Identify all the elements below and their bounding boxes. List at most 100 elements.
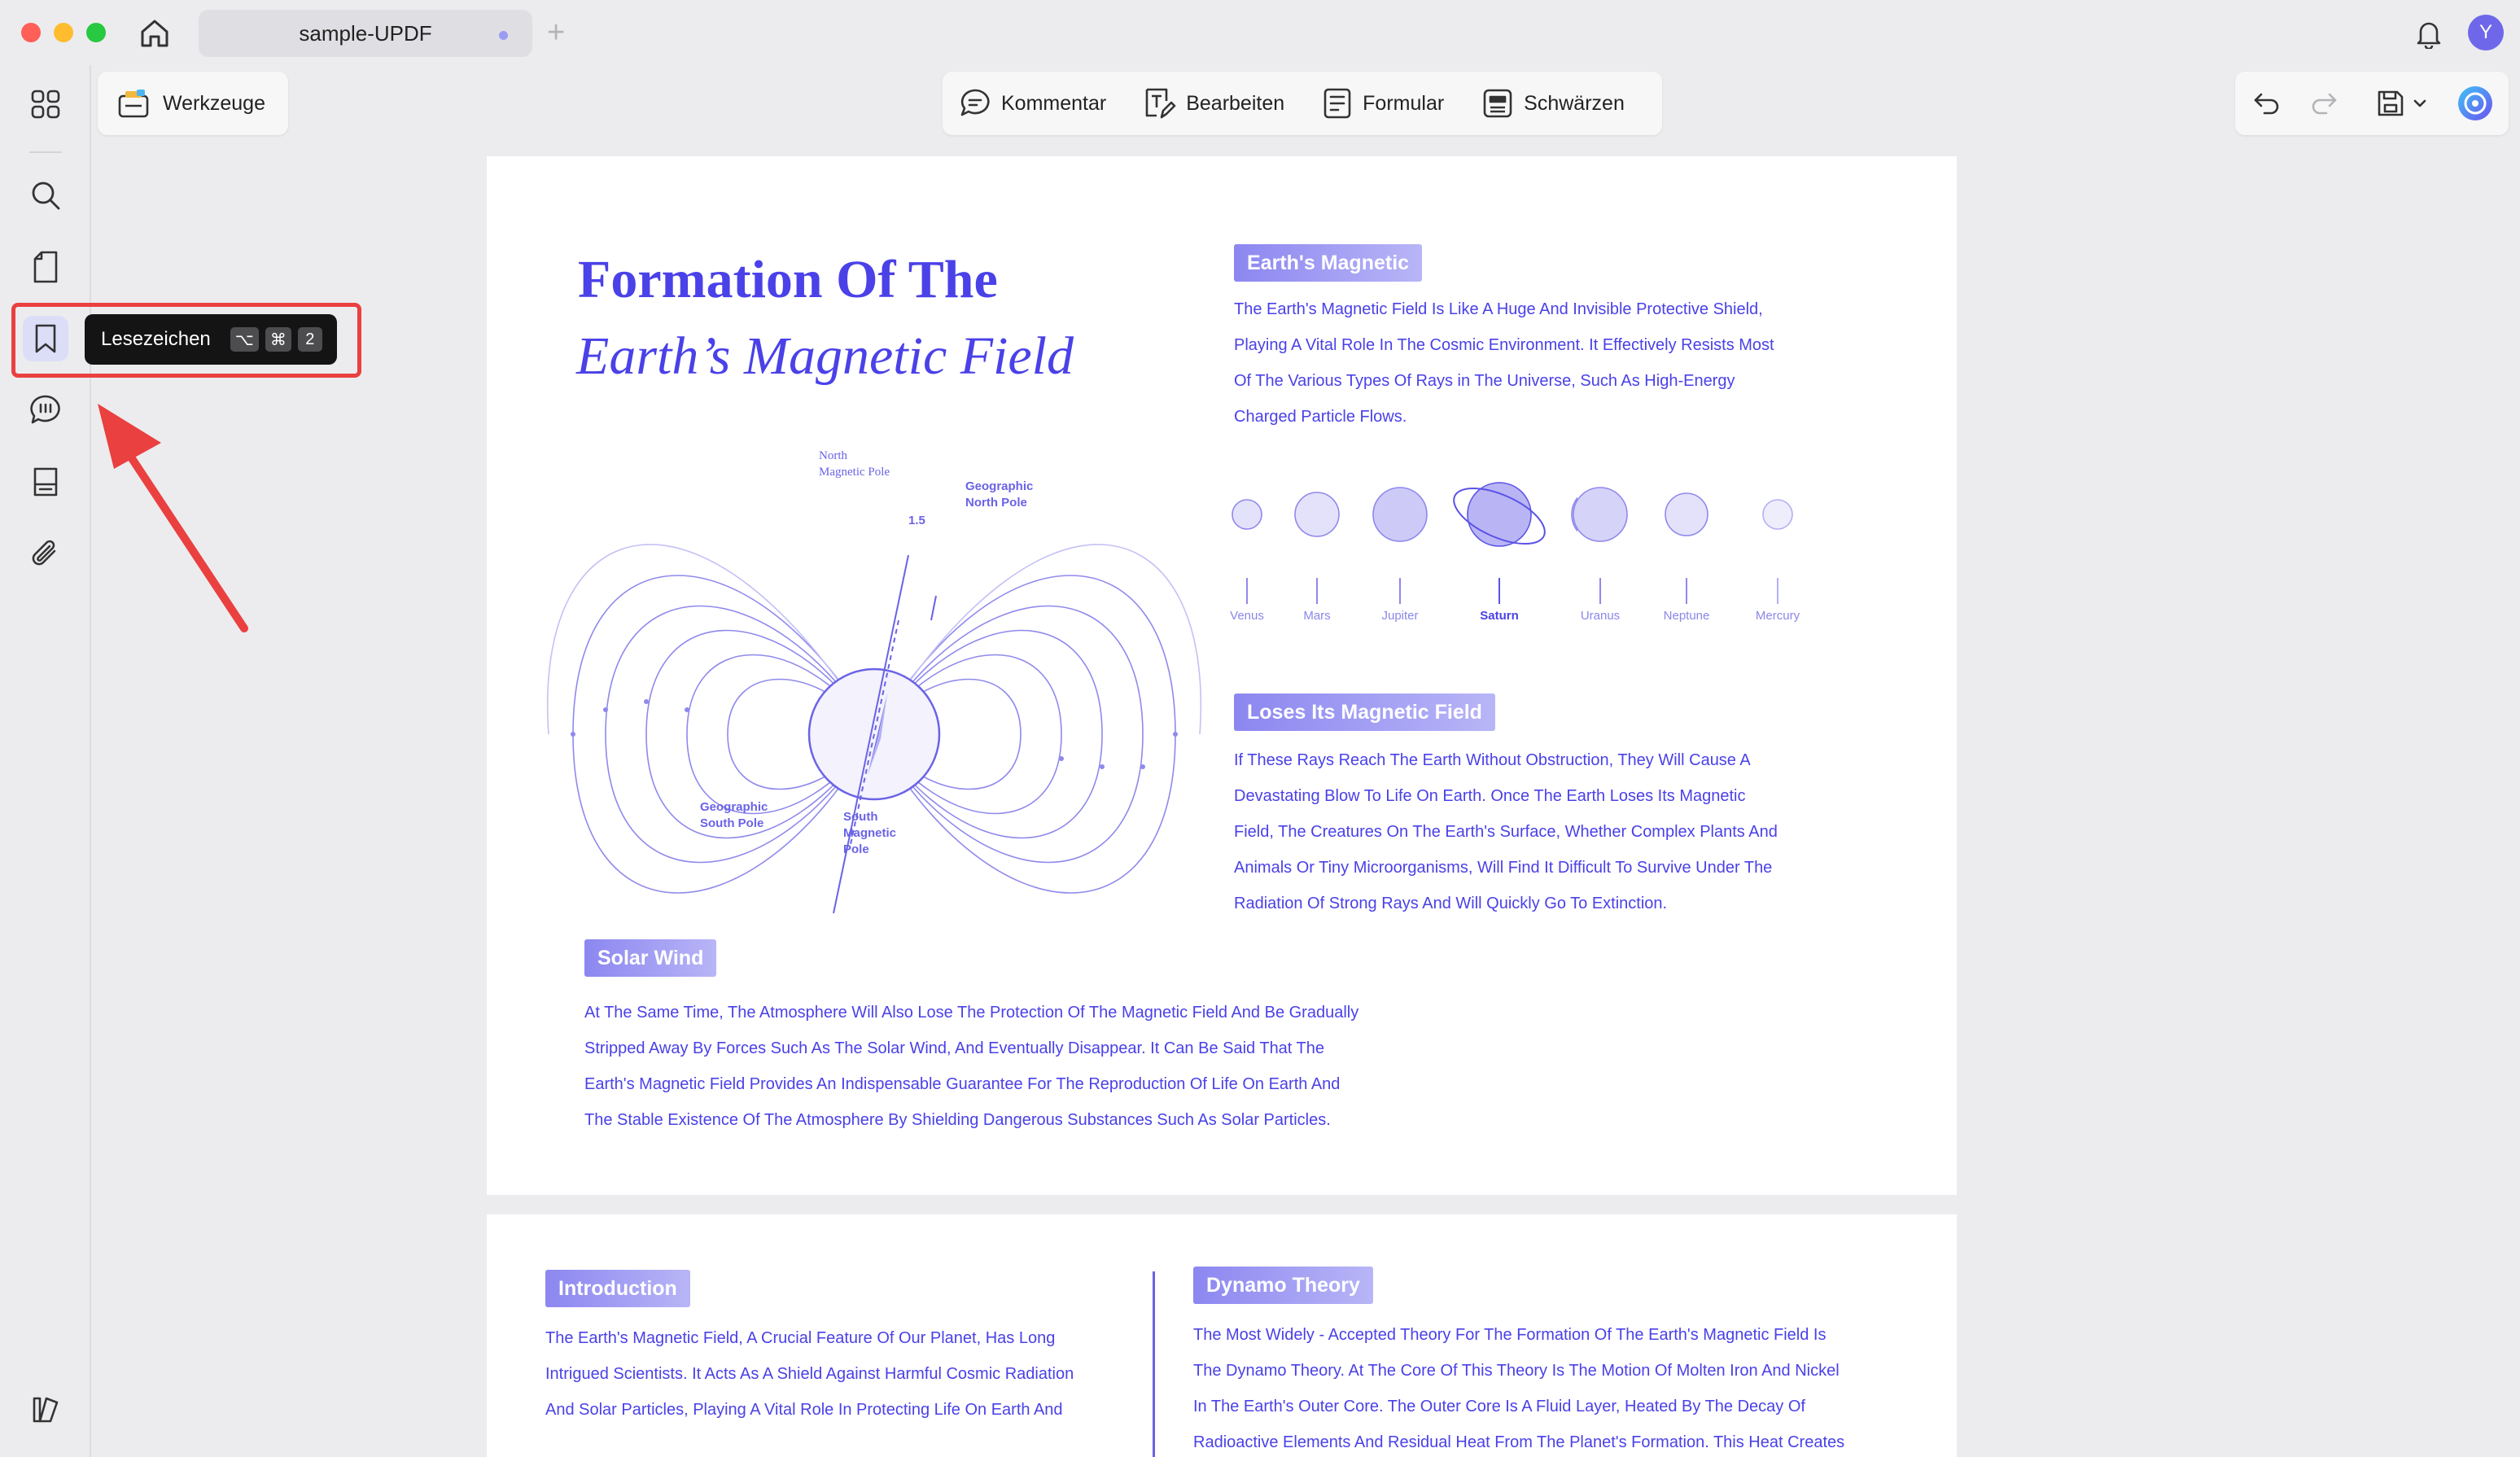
undo-icon: [2254, 93, 2279, 115]
sidebar-item-search[interactable]: [23, 173, 68, 218]
pole-label: Pole: [843, 842, 869, 856]
document-tab[interactable]: sample-UPDF: [199, 10, 532, 57]
form-mode-button[interactable]: Formular: [1322, 86, 1444, 120]
form-mode-label: Formular: [1363, 91, 1445, 115]
text-line: And Solar Particles, Playing A Vital Rol…: [545, 1401, 1063, 1419]
text-line: Devastating Blow To Life On Earth. Once …: [1234, 787, 1746, 805]
minimize-window-button[interactable]: [54, 23, 73, 42]
planet-label-mercury: Mercury: [1755, 609, 1800, 623]
undo-button[interactable]: [2250, 86, 2284, 120]
diagram-label-geographic-north: Geographic North Pole: [965, 479, 1033, 511]
zoom-window-button[interactable]: [86, 23, 106, 42]
text-line: Playing A Vital Role In The Cosmic Envir…: [1234, 336, 1774, 354]
document-page-1: Formation Of The Earth’s Magnetic Field: [487, 156, 1957, 1195]
planet-label-jupiter: Jupiter: [1381, 609, 1419, 623]
diagram-label-south-magnetic-pole: South Magnetic Pole: [843, 809, 896, 858]
planets-illustration: [1232, 482, 1577, 604]
document-page-2: Introduction The Earth's Magnetic Field,…: [487, 1214, 1957, 1457]
south-label: South: [843, 810, 878, 824]
tools-button[interactable]: Werkzeuge: [98, 72, 288, 135]
form-icon: [1323, 88, 1351, 119]
magnetic-pole-label: Magnetic Pole: [819, 466, 890, 479]
text-line: Charged Particle Flows.: [1234, 408, 1407, 426]
text-line: Radiation Of Strong Rays And Will Quickl…: [1234, 895, 1668, 912]
sidebar-toggle-button[interactable]: [23, 1387, 68, 1433]
text-line: The Earth's Magnetic Field, A Crucial Fe…: [545, 1329, 1056, 1347]
sidebar-divider: [29, 151, 62, 153]
sidebar-item-attachments[interactable]: [23, 531, 68, 576]
text-line: In The Earth's Outer Core. The Outer Cor…: [1193, 1398, 1805, 1415]
home-icon: [141, 20, 168, 47]
planets-illustration-right: [1573, 487, 1793, 604]
sidebar-item-pages[interactable]: [23, 244, 68, 290]
text-line: At The Same Time, The Atmosphere Will Al…: [584, 1004, 1359, 1022]
section-heading-dynamo-theory: Dynamo Theory: [1193, 1267, 1373, 1304]
sidebar-item-comments[interactable]: [23, 387, 68, 433]
planet-label-uranus: Uranus: [1580, 609, 1621, 623]
tab-title: sample-UPDF: [299, 20, 432, 46]
document-title-line1: Formation Of The: [578, 250, 998, 309]
new-tab-button[interactable]: +: [547, 13, 565, 52]
edit-mode-label: Bearbeiten: [1186, 91, 1285, 115]
home-button[interactable]: [135, 15, 174, 52]
text-line: The Most Widely - Accepted Theory For Th…: [1193, 1326, 1827, 1344]
mode-toolbar: Kommentar Bearbeiten Formular Schwärzen: [943, 72, 1662, 135]
text-line: The Earth's Magnetic Field Is Like A Hug…: [1234, 300, 1763, 318]
user-avatar[interactable]: Y: [2468, 15, 2504, 50]
redo-icon: [2312, 93, 2337, 115]
paperclip-icon: [32, 540, 56, 566]
comment-icon: [30, 395, 60, 424]
text-line: Animals Or Tiny Microorganisms, Will Fin…: [1234, 859, 1773, 877]
introduction-text: The Earth's Magnetic Field, A Crucial Fe…: [545, 1320, 1074, 1428]
dynamo-theory-text: The Most Widely - Accepted Theory For Th…: [1193, 1317, 1844, 1457]
redo-button[interactable]: [2307, 86, 2341, 120]
text-line: If These Rays Reach The Earth Without Ob…: [1234, 751, 1751, 769]
planet-label-neptune: Neptune: [1663, 609, 1710, 623]
text-line: Of The Various Types Of Rays in The Univ…: [1234, 372, 1735, 390]
annotation-arrow-icon: [98, 404, 248, 632]
save-options-dropdown[interactable]: [2409, 86, 2430, 120]
planet-label-saturn: Saturn: [1480, 609, 1519, 623]
sidebar-item-stamps[interactable]: [23, 459, 68, 505]
planet-label-venus: Venus: [1230, 609, 1264, 623]
comment-mode-label: Kommentar: [1001, 91, 1107, 115]
planet-label-mars: Mars: [1303, 609, 1331, 623]
ai-assistant-icon: [2458, 86, 2492, 120]
loses-magnetic-field-text: If These Rays Reach The Earth Without Ob…: [1234, 742, 1778, 921]
redact-mode-button[interactable]: Schwärzen: [1481, 87, 1625, 120]
action-toolbar: [2235, 72, 2509, 135]
section-heading-solar-wind: Solar Wind: [584, 939, 717, 977]
text-line: Field, The Creatures On The Earth's Surf…: [1234, 823, 1778, 841]
diagram-label-angle: 1.5: [908, 514, 925, 527]
edit-mode-button[interactable]: Bearbeiten: [1144, 86, 1284, 120]
shortcut-option-key: ⌥: [230, 327, 259, 352]
earths-magnetic-text: The Earth's Magnetic Field Is Like A Hug…: [1234, 291, 1774, 435]
column-divider: [1153, 1271, 1155, 1457]
text-line: Stripped Away By Forces Such As The Sola…: [584, 1039, 1325, 1057]
save-button[interactable]: [2373, 86, 2408, 120]
geographic-label: Geographic: [700, 800, 768, 814]
text-line: The Stable Existence Of The Atmosphere B…: [584, 1111, 1331, 1129]
close-window-button[interactable]: [21, 23, 41, 42]
sidebar-panel-icon: [33, 1397, 59, 1423]
text-line: Radioactive Elements And Residual Heat F…: [1193, 1433, 1845, 1451]
notifications-button[interactable]: [2411, 16, 2447, 52]
comment-mode-button[interactable]: Kommentar: [959, 87, 1106, 120]
section-heading-loses-magnetic-field: Loses Its Magnetic Field: [1234, 693, 1495, 731]
text-line: The Dynamo Theory. At The Core Of This T…: [1193, 1362, 1840, 1380]
left-sidebar: [0, 65, 91, 1457]
south-pole-label: South Pole: [700, 816, 764, 830]
redact-mode-label: Schwärzen: [1524, 91, 1625, 115]
redact-icon: [1483, 89, 1512, 118]
text-line: Intrigued Scientists. It Acts As A Shiel…: [545, 1365, 1074, 1383]
sidebar-item-thumbnails[interactable]: [23, 81, 68, 127]
toolbox-icon: [118, 90, 149, 118]
solar-wind-text: At The Same Time, The Atmosphere Will Al…: [584, 995, 1358, 1138]
grid-icon: [31, 90, 60, 119]
comment-icon: [960, 89, 990, 116]
ai-assistant-button[interactable]: [2457, 85, 2494, 122]
tooltip-label: Lesezeichen: [101, 328, 211, 350]
diagram-label-north-magnetic-pole: North Magnetic Pole: [819, 448, 890, 480]
page-icon: [33, 251, 58, 283]
unsaved-dot: [499, 31, 508, 40]
